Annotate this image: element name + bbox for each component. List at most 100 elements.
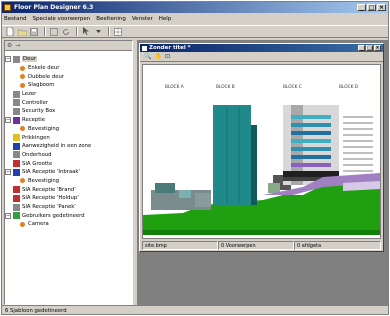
document-icon <box>142 45 147 51</box>
tree-item-label: Bevestiging <box>28 125 60 132</box>
tree-item-controller[interactable]: Controller <box>5 98 132 107</box>
doc-maximize-button[interactable]: □ <box>366 45 373 51</box>
tree-item-label: Dubbele deur <box>28 73 64 80</box>
tree-item-label: Lezer <box>22 91 37 98</box>
tree-item-label: Onderhoud <box>22 151 52 158</box>
document-window: Zonder titel * _ □ × 🔍 ✋ ⊡ BLOCK A BLOCK… <box>139 43 384 252</box>
collapse-icon[interactable]: − <box>5 56 11 63</box>
object-icon <box>20 65 25 71</box>
tree-item-bevestiging-2[interactable]: Bevestiging <box>5 177 132 186</box>
tree-item-sia-panek[interactable]: SIA Receptie 'Panek' <box>5 203 132 212</box>
save-icon[interactable] <box>29 27 39 37</box>
security-box-icon <box>13 107 20 115</box>
open-folder-icon[interactable] <box>17 27 27 37</box>
collapse-icon[interactable]: − <box>5 117 11 124</box>
menu-bar: Bestand Speciale voorwerpen Beeltening V… <box>2 14 388 24</box>
dropdown-arrow-icon[interactable] <box>93 27 103 37</box>
menu-help[interactable]: Help <box>159 16 172 22</box>
tree-item-deur[interactable]: − Deur <box>5 55 132 64</box>
document-title: Zonder titel * <box>149 45 191 51</box>
site-scene: BLOCK A BLOCK B BLOCK C BLOCK D <box>143 84 380 235</box>
door-icon <box>13 55 20 63</box>
controller-icon <box>13 99 20 107</box>
main-toolbar <box>2 25 388 38</box>
pointer-icon[interactable] <box>81 27 91 37</box>
doc-status-file: site.bmp <box>142 241 218 250</box>
close-button[interactable]: × <box>377 4 386 11</box>
sia-icon <box>13 168 20 176</box>
tree-item-sia-inbraak[interactable]: − SIA Receptie 'Inbraak' <box>5 168 132 177</box>
mdi-workspace: Zonder titel * _ □ × 🔍 ✋ ⊡ BLOCK A BLOCK… <box>137 40 388 305</box>
tree-item-receptie[interactable]: − Receptie <box>5 116 132 125</box>
tree-item-bevestiging[interactable]: Bevestiging <box>5 125 132 134</box>
doc-status-objects: 0 Voorwerpen <box>218 241 294 250</box>
tree-item-label: SIA Receptie 'Brand' <box>22 186 76 193</box>
scene-label-block-c: BLOCK C <box>283 84 302 90</box>
tree-item-label: SIA Receptie 'Panek' <box>22 204 76 211</box>
toolbar-separator <box>76 27 78 36</box>
sia-icon <box>13 194 20 202</box>
collapse-icon[interactable]: − <box>5 212 11 219</box>
tree-item-slagboom[interactable]: Slagboom <box>5 81 132 90</box>
app-window: Floor Plan Designer 6.3 _ □ × Bestand Sp… <box>1 1 389 315</box>
tree-item-label: SIA Grootte <box>22 160 53 167</box>
tree-item-label: Slagboom <box>28 82 55 89</box>
floor-plan-canvas[interactable]: BLOCK A BLOCK B BLOCK C BLOCK D <box>142 64 381 239</box>
tree-item-lezer[interactable]: Lezer <box>5 90 132 99</box>
object-tree-panel: ⚙ → − Deur Enkele deur Dubbele deur Slag… <box>4 40 133 305</box>
frame-icon[interactable] <box>49 27 59 37</box>
pin-icon <box>13 134 20 142</box>
tree-item-sia-grootte[interactable]: SIA Grootte <box>5 159 132 168</box>
object-icon <box>20 178 25 184</box>
toolbar-separator <box>108 27 110 36</box>
doc-status-widgets: 0 afdgeta <box>294 241 381 250</box>
title-bar[interactable]: Floor Plan Designer 6.3 _ □ × <box>2 2 388 13</box>
tree-item-label: Aanwezigheid in een zone <box>22 143 92 150</box>
object-icon <box>20 82 25 88</box>
tree-item-gebruikers[interactable]: − Gebruikers gedetineerd <box>5 211 132 220</box>
menu-bestand[interactable]: Bestand <box>4 16 27 22</box>
doc-close-button[interactable]: × <box>374 45 381 51</box>
grid-icon[interactable] <box>113 27 123 37</box>
tree-item-security-box[interactable]: Security Box <box>5 107 132 116</box>
tree-item-label: Controller <box>22 99 49 106</box>
menu-speciale-voorwerpen[interactable]: Speciale voorwerpen <box>33 16 91 22</box>
tree-item-label: Deur <box>22 56 37 63</box>
tree-item-sia-holdup[interactable]: SIA Receptie 'Holdup' <box>5 194 132 203</box>
zoom-icon[interactable]: 🔍 <box>144 53 151 60</box>
tree-item-enkele-deur[interactable]: Enkele deur <box>5 64 132 73</box>
minimize-button[interactable]: _ <box>357 4 366 11</box>
document-title-bar[interactable]: Zonder titel * _ □ × <box>140 44 383 52</box>
panel-gear-icon[interactable]: ⚙ <box>7 42 12 49</box>
new-file-icon[interactable] <box>5 27 15 37</box>
users-icon <box>13 212 20 220</box>
tree-item-label: Camera <box>28 221 49 228</box>
maintenance-icon <box>13 151 20 159</box>
tree-item-camera[interactable]: Camera <box>5 220 132 229</box>
refresh-icon[interactable] <box>61 27 71 37</box>
sia-icon <box>13 160 20 168</box>
object-icon <box>20 221 25 227</box>
pan-icon[interactable]: ✋ <box>154 53 161 60</box>
scene-label-block-a: BLOCK A <box>165 84 184 90</box>
tree-item-label: Security Box <box>22 108 56 115</box>
tree-item-prikkingen[interactable]: Prikkingen <box>5 133 132 142</box>
tree-item-onderhoud[interactable]: Onderhoud <box>5 151 132 160</box>
app-icon <box>4 4 11 11</box>
tree-item-label: SIA Receptie 'Inbraak' <box>22 169 80 176</box>
doc-minimize-button[interactable]: _ <box>358 45 365 51</box>
tree-item-label: Bevestiging <box>28 177 60 184</box>
collapse-icon[interactable]: − <box>5 169 11 176</box>
document-status-bar: site.bmp 0 Voorwerpen 0 afdgeta <box>142 241 381 250</box>
scene-label-block-d: BLOCK D <box>339 84 359 90</box>
object-icon <box>20 74 25 80</box>
panel-arrow-icon[interactable]: → <box>15 42 20 49</box>
fit-icon[interactable]: ⊡ <box>165 53 170 60</box>
window-title: Floor Plan Designer 6.3 <box>14 4 94 11</box>
menu-beeltening[interactable]: Beeltening <box>96 16 126 22</box>
tree-item-sia-brand[interactable]: SIA Receptie 'Brand' <box>5 185 132 194</box>
menu-venster[interactable]: Venster <box>132 16 153 22</box>
maximize-button[interactable]: □ <box>367 4 376 11</box>
tree-item-dubbele-deur[interactable]: Dubbele deur <box>5 72 132 81</box>
tree-item-aanwezigheid[interactable]: Aanwezigheid in een zone <box>5 142 132 151</box>
